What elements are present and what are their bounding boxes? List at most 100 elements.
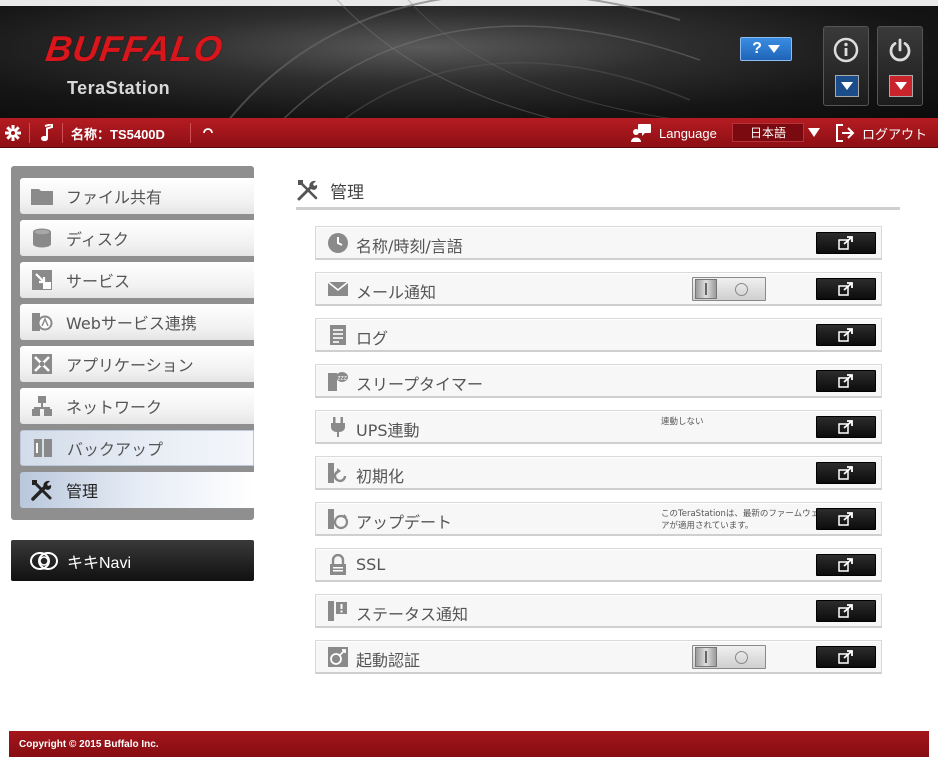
row-label: ログ — [356, 329, 389, 348]
kiki-navi-button[interactable]: キキNavi — [11, 540, 254, 581]
row-label: メール通知 — [356, 283, 437, 302]
boot-auth-icon — [326, 646, 350, 668]
language-icon — [630, 118, 652, 148]
open-settings-button[interactable] — [816, 554, 876, 576]
sidebar-item-label: ネットワーク — [66, 398, 163, 417]
row-ssl: SSL — [315, 548, 882, 582]
device-name: 名称：TS5400D — [71, 126, 165, 142]
logout-link[interactable]: ログアウト — [862, 118, 927, 148]
external-link-icon — [838, 604, 853, 618]
services-icon — [22, 262, 62, 298]
boot-authentication-toggle[interactable] — [692, 645, 766, 669]
application-icon — [22, 346, 62, 382]
chevron-down-icon — [767, 45, 780, 53]
mail-notification-toggle[interactable] — [692, 277, 766, 301]
row-ups: UPS連動 連動しない — [315, 410, 882, 444]
open-settings-button[interactable] — [816, 416, 876, 438]
svg-text:zzz: zzz — [338, 375, 347, 382]
open-settings-button[interactable] — [816, 370, 876, 392]
open-settings-button[interactable] — [816, 324, 876, 346]
row-label: 初期化 — [356, 467, 405, 486]
sidebar-item-label: アプリケーション — [66, 356, 194, 375]
row-label: 名称/時刻/言語 — [356, 237, 463, 256]
external-link-icon — [838, 466, 853, 480]
row-label: アップデート — [356, 513, 453, 532]
network-icon — [22, 388, 62, 424]
help-label: ? — [752, 40, 762, 57]
external-link-icon — [838, 328, 853, 342]
page-title-label: 管理 — [330, 182, 364, 203]
row-label: 起動認証 — [356, 651, 421, 670]
row-sleep-timer: zzz スリープタイマー — [315, 364, 882, 398]
sidebar: ファイル共有 ディスク サービス Webサービス連携 アプリケーション ネットワ… — [11, 166, 254, 520]
power-icon — [878, 35, 922, 65]
open-settings-button[interactable] — [816, 278, 876, 300]
row-update: アップデート このTeraStationは、最新のファームウェアが適用されていま… — [315, 502, 882, 536]
sidebar-item-label: 管理 — [66, 482, 99, 501]
product-name: TeraStation — [67, 78, 171, 98]
row-label: UPS連動 — [356, 421, 420, 440]
ups-status-note: 連動しない — [661, 417, 704, 427]
copyright-text: Copyright © 2015 Buffalo Inc. — [19, 738, 159, 750]
info-tile[interactable] — [823, 26, 869, 106]
power-tile[interactable] — [877, 26, 923, 106]
open-settings-button[interactable] — [816, 462, 876, 484]
open-settings-button[interactable] — [816, 646, 876, 668]
settings-gear-icon[interactable] — [4, 118, 22, 148]
footer: Copyright © 2015 Buffalo Inc. — [9, 731, 929, 757]
mail-icon — [326, 278, 350, 300]
row-name-time-language: 名称/時刻/言語 — [315, 226, 882, 260]
update-icon — [326, 508, 350, 530]
sidebar-item-network[interactable]: ネットワーク — [20, 388, 254, 424]
page-title: 管理 — [296, 176, 364, 204]
sidebar-item-label: Webサービス連携 — [66, 314, 197, 333]
external-link-icon — [838, 374, 853, 388]
sidebar-item-services[interactable]: サービス — [20, 262, 254, 298]
busy-indicator-icon — [202, 118, 214, 148]
open-settings-button[interactable] — [816, 508, 876, 530]
lock-icon — [326, 554, 350, 576]
sidebar-item-management[interactable]: 管理 — [20, 472, 254, 508]
sidebar-item-web-services[interactable]: Webサービス連携 — [20, 304, 254, 340]
row-label: スリープタイマー — [356, 375, 484, 394]
row-label: SSL — [356, 555, 386, 574]
chevron-down-icon[interactable] — [808, 128, 820, 137]
sidebar-item-backup[interactable]: バックアップ — [20, 430, 254, 466]
firmware-status-note: このTeraStationは、最新のファームウェアが適用されています。 — [661, 509, 820, 531]
power-dropdown-button[interactable] — [889, 75, 913, 97]
kiki-navi-icon — [29, 550, 59, 572]
info-icon — [824, 35, 868, 65]
music-note-icon[interactable] — [40, 118, 54, 148]
sidebar-item-applications[interactable]: アプリケーション — [20, 346, 254, 382]
tools-icon — [22, 472, 62, 508]
language-label: Language — [659, 125, 717, 141]
clock-icon — [326, 232, 350, 254]
open-settings-button[interactable] — [816, 232, 876, 254]
open-settings-button[interactable] — [816, 600, 876, 622]
row-label: ステータス通知 — [356, 605, 469, 624]
chevron-down-icon — [895, 82, 907, 90]
external-link-icon — [838, 236, 853, 250]
external-link-icon — [838, 420, 853, 434]
sidebar-item-file-share[interactable]: ファイル共有 — [20, 178, 254, 214]
sidebar-item-label: サービス — [66, 272, 131, 291]
sleep-icon: zzz — [326, 370, 350, 392]
kiki-navi-label: キキNavi — [67, 554, 132, 572]
help-button[interactable]: ? — [740, 37, 792, 61]
title-divider — [296, 207, 900, 210]
chevron-down-icon — [841, 82, 853, 90]
row-log: ログ — [315, 318, 882, 352]
web-service-icon — [22, 304, 62, 340]
sidebar-item-disk[interactable]: ディスク — [20, 220, 254, 256]
status-notification-icon — [326, 600, 350, 622]
header-swirl-decoration — [229, 0, 700, 118]
logout-icon[interactable] — [835, 118, 855, 148]
sidebar-item-label: バックアップ — [67, 440, 164, 459]
sidebar-item-label: ファイル共有 — [66, 188, 163, 207]
row-initialize: 初期化 — [315, 456, 882, 490]
sidebar-item-label: ディスク — [66, 230, 129, 249]
language-select[interactable]: 日本語 — [732, 123, 804, 142]
external-link-icon — [838, 282, 853, 296]
disk-icon — [22, 220, 62, 256]
info-dropdown-button[interactable] — [835, 75, 859, 97]
